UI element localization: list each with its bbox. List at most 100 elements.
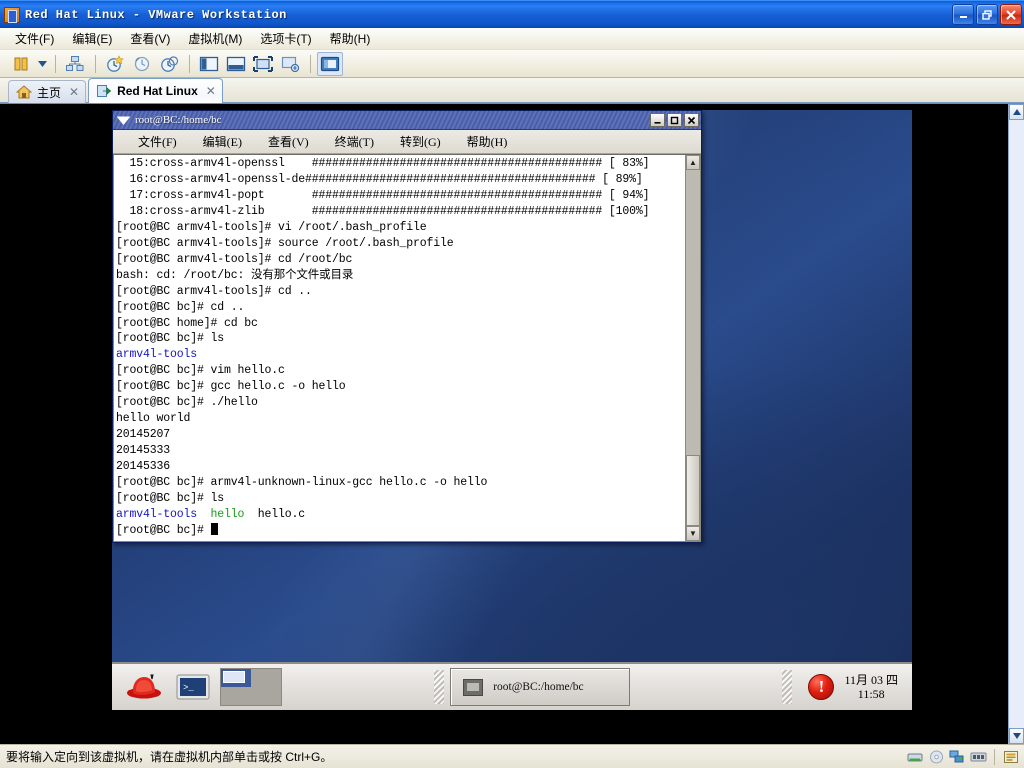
tray-grip[interactable]: [782, 670, 793, 704]
terminal-close-button[interactable]: [684, 113, 699, 127]
terminal-output[interactable]: 15:cross-armv4l-openssl ################…: [114, 155, 685, 541]
menu-view[interactable]: 查看(V): [121, 28, 179, 49]
window-title: Red Hat Linux - VMware Workstation: [25, 7, 287, 22]
term-menu-goto[interactable]: 转到(G): [387, 131, 454, 152]
workspace-3[interactable]: [221, 687, 251, 705]
vm-tab-icon: [96, 83, 112, 99]
restore-button[interactable]: [976, 4, 998, 25]
console-view-icon[interactable]: [223, 52, 249, 76]
clock-time: 11:58: [857, 687, 885, 701]
fit-guest-icon[interactable]: [317, 51, 343, 76]
term-menu-edit[interactable]: 编辑(E): [190, 131, 255, 152]
terminal-scroll-up-button[interactable]: ▲: [686, 155, 700, 170]
guest-desktop[interactable]: root@BC:/home/bc 文件(F) 编辑(E) 查看(V) 终端(T)…: [112, 110, 912, 710]
vmware-workstation-window: Red Hat Linux - VMware Workstation 文件(F)…: [0, 0, 1024, 768]
menu-vm[interactable]: 虚拟机(M): [179, 28, 251, 49]
terminal-line: [root@BC armv4l-tools]# source /root/.ba…: [116, 236, 454, 250]
revert-snapshot-icon[interactable]: [129, 52, 155, 76]
toolbar-separator: [310, 54, 311, 73]
vm-scroll-down-button[interactable]: [1009, 728, 1024, 744]
statusbar-separator: [994, 748, 995, 765]
term-menu-terminal[interactable]: 终端(T): [322, 131, 387, 152]
statusbar-device-icons: [906, 748, 1020, 765]
hard-disk-icon[interactable]: [906, 749, 924, 765]
window-menu-icon[interactable]: [115, 112, 131, 128]
panel-tray: ! 11月 03 四 11:58: [776, 670, 908, 704]
unity-icon[interactable]: [277, 52, 303, 76]
terminal-maximize-button[interactable]: [667, 113, 682, 127]
vm-scroll-track[interactable]: [1009, 120, 1024, 728]
terminal-line: 20145336: [116, 460, 171, 474]
terminal-line: [root@BC home]# cd bc: [116, 316, 258, 330]
snapshot-manager-icon[interactable]: [62, 52, 88, 76]
terminal-line: hello world: [116, 412, 191, 426]
applications-menu-button[interactable]: [124, 666, 166, 708]
terminal-line: 17:cross-armv4l-popt ###################…: [116, 188, 650, 202]
cd-dvd-icon[interactable]: [927, 749, 945, 765]
terminal-line: [root@BC bc]# gcc hello.c -o hello: [116, 380, 346, 394]
guest-taskbar: >_ root@BC:/home/bc ! 11月 03 四 11:58: [112, 662, 912, 710]
workspace-4[interactable]: [251, 687, 281, 705]
terminal-line: [root@BC bc]#: [116, 522, 685, 539]
term-menu-view[interactable]: 查看(V): [255, 131, 322, 152]
terminal-body[interactable]: 15:cross-armv4l-openssl ################…: [113, 154, 701, 542]
terminal-line: 20145333: [116, 444, 171, 458]
panel-clock[interactable]: 11月 03 四 11:58: [844, 673, 898, 701]
tab-home[interactable]: 主页 ✕: [8, 80, 87, 103]
gnome-terminal-window[interactable]: root@BC:/home/bc 文件(F) 编辑(E) 查看(V) 终端(T)…: [112, 110, 702, 543]
term-menu-help[interactable]: 帮助(H): [454, 131, 521, 152]
toolbar-separator: [95, 54, 96, 73]
terminal-titlebar[interactable]: root@BC:/home/bc: [113, 111, 701, 130]
tab-red-hat-linux[interactable]: Red Hat Linux ✕: [88, 78, 223, 103]
panel-grip[interactable]: [434, 670, 445, 704]
terminal-line: 20145207: [116, 428, 171, 442]
chevron-down-icon[interactable]: [35, 52, 49, 76]
usb-icon[interactable]: [969, 749, 987, 765]
menu-file[interactable]: 文件(F): [6, 28, 63, 49]
vm-vertical-scrollbar[interactable]: [1008, 104, 1024, 744]
take-snapshot-icon[interactable]: [102, 52, 128, 76]
terminal-cursor: [210, 522, 218, 535]
vm-tabstrip: 主页 ✕ Red Hat Linux ✕: [0, 78, 1024, 103]
taskbar-item-label: root@BC:/home/bc: [493, 681, 584, 693]
terminal-minimize-button[interactable]: [650, 113, 665, 127]
alert-icon[interactable]: !: [808, 674, 835, 700]
close-button[interactable]: [1000, 4, 1022, 25]
term-menu-file[interactable]: 文件(F): [125, 131, 190, 152]
terminal-scrollbar[interactable]: ▲ ▼: [685, 155, 700, 541]
workspace-2[interactable]: [251, 669, 281, 687]
terminal-line: [root@BC bc]# ./hello: [116, 396, 258, 410]
taskbar-item-terminal[interactable]: root@BC:/home/bc: [450, 668, 631, 706]
terminal-line: 15:cross-armv4l-openssl ################…: [116, 157, 650, 170]
terminal-launcher-button[interactable]: >_: [172, 666, 214, 708]
terminal-line: 16:cross-armv4l-openssl-de##############…: [116, 172, 643, 186]
sidebar-icon[interactable]: [196, 52, 222, 76]
tab-home-close-icon[interactable]: ✕: [69, 85, 79, 99]
workspace-1[interactable]: [221, 669, 251, 687]
sound-icon[interactable]: [1002, 749, 1020, 765]
terminal-scroll-down-button[interactable]: ▼: [686, 526, 700, 541]
clock-date: 11月 03 四: [844, 673, 898, 687]
tab-red-hat-linux-close-icon[interactable]: ✕: [206, 84, 216, 98]
workspace-switcher[interactable]: [220, 668, 282, 706]
network-adapter-icon[interactable]: [948, 749, 966, 765]
vm-display-area[interactable]: root@BC:/home/bc 文件(F) 编辑(E) 查看(V) 终端(T)…: [0, 103, 1024, 744]
terminal-line: bash: cd: /root/bc: 没有那个文件或目录: [116, 268, 354, 282]
home-icon: [15, 84, 33, 100]
terminal-scroll-track[interactable]: [686, 170, 700, 526]
snapshot-clock-icon[interactable]: [156, 52, 182, 76]
menu-help[interactable]: 帮助(H): [321, 28, 380, 49]
fullscreen-icon[interactable]: [250, 52, 276, 76]
vm-screen[interactable]: root@BC:/home/bc 文件(F) 编辑(E) 查看(V) 终端(T)…: [0, 104, 1008, 744]
vm-scroll-up-button[interactable]: [1009, 104, 1024, 120]
minimize-button[interactable]: [952, 4, 974, 25]
menu-edit[interactable]: 编辑(E): [63, 28, 121, 49]
tab-red-hat-linux-label: Red Hat Linux: [117, 84, 198, 98]
main-menubar: 文件(F) 编辑(E) 查看(V) 虚拟机(M) 选项卡(T) 帮助(H): [0, 28, 1024, 50]
power-button[interactable]: [8, 52, 34, 76]
terminal-window-controls: [650, 113, 699, 127]
terminal-line: armv4l-tools hello hello.c: [116, 507, 306, 521]
terminal-line: [root@BC bc]# cd ..: [116, 300, 245, 314]
terminal-scroll-thumb[interactable]: [686, 454, 700, 526]
menu-tabs[interactable]: 选项卡(T): [251, 28, 320, 49]
